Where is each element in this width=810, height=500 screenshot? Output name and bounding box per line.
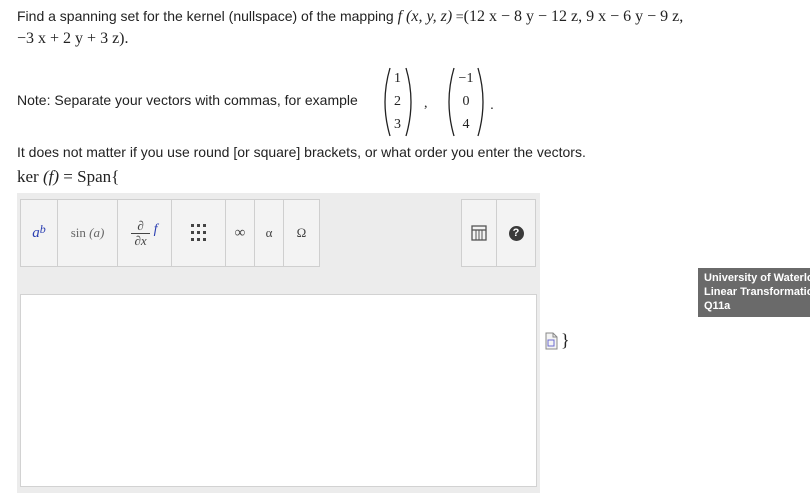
- vector-2-entry: 4: [462, 117, 470, 132]
- partial-function: f: [153, 222, 158, 237]
- omega-button[interactable]: Ω: [283, 199, 320, 267]
- formula-doc-icon[interactable]: [543, 332, 559, 350]
- ker-argument: (f): [42, 167, 60, 186]
- mapping-line-1: (12 x − 8 y − 12 z, 9 x − 6 y − 9 z,: [463, 8, 684, 25]
- partial-derivative-button[interactable]: ∂ ∂x f: [117, 199, 172, 267]
- help-icon: ?: [508, 225, 524, 241]
- matrix-button[interactable]: [171, 199, 226, 267]
- sin-argument: (a): [89, 225, 105, 240]
- alpha-button[interactable]: α: [254, 199, 284, 267]
- question-text: Find a spanning set for the kernel (null…: [17, 6, 777, 49]
- function-signature: f (x, y, z): [397, 8, 453, 25]
- omega-symbol: Ω: [296, 225, 307, 240]
- matrix-icon: [190, 224, 206, 241]
- note-text: Note: Separate your vectors with commas,…: [17, 92, 358, 108]
- instructions-text: It does not matter if you use round [or …: [17, 144, 586, 160]
- span-open: Span{: [77, 167, 120, 186]
- help-button[interactable]: ?: [496, 199, 536, 267]
- partial-denominator: ∂x: [131, 232, 150, 248]
- keyboard-icon: [471, 225, 487, 241]
- vector-1-entry: 2: [394, 94, 401, 109]
- kernel-prefix: ker (f) = Span{: [17, 167, 119, 187]
- ker-label: ker: [17, 167, 39, 186]
- mapping-line-2: −3 x + 2 y + 3 z).: [17, 30, 129, 47]
- alpha-symbol: α: [265, 225, 273, 240]
- example-vector-1: 1 2 3: [380, 66, 416, 138]
- superscript-exponent: b: [39, 221, 46, 236]
- partial-numerator: ∂: [137, 217, 144, 233]
- vector-1-entry: 3: [394, 117, 401, 132]
- math-editor: ab sin (a) ∂ ∂x f ∞ α Ω ?: [17, 193, 540, 493]
- tooltip-line-3: Q11a: [704, 300, 731, 312]
- infinity-button[interactable]: ∞: [225, 199, 255, 267]
- ker-equals: =: [63, 167, 73, 186]
- answer-input[interactable]: [20, 294, 537, 487]
- answer-suffix: }: [543, 330, 570, 351]
- keyboard-button[interactable]: [461, 199, 497, 267]
- example-vectors: 1 2 3 , −1 0 4 .: [380, 66, 500, 138]
- vector-separator: ,: [424, 96, 428, 111]
- closing-brace: }: [561, 330, 570, 350]
- superscript-button[interactable]: ab: [20, 199, 58, 267]
- vector-1-entry: 1: [394, 71, 401, 86]
- superscript-base: a: [32, 224, 40, 241]
- sin-label: sin: [70, 225, 86, 240]
- example-period: .: [490, 96, 494, 112]
- vector-2-entry: −1: [458, 71, 474, 86]
- infinity-symbol: ∞: [234, 224, 246, 241]
- partial-fraction: ∂ ∂x: [131, 217, 150, 248]
- tooltip-line-1: University of Waterloo: [704, 272, 810, 284]
- question-intro: Find a spanning set for the kernel (null…: [17, 8, 398, 24]
- equals-sign: =: [452, 10, 464, 25]
- sin-button[interactable]: sin (a): [57, 199, 118, 267]
- course-tooltip: University of Waterloo Linear Transforma…: [698, 268, 810, 317]
- vector-2-entry: 0: [462, 94, 470, 109]
- example-vector-2: −1 0 4: [444, 66, 488, 138]
- tooltip-line-2: Linear Transformations: [704, 286, 810, 298]
